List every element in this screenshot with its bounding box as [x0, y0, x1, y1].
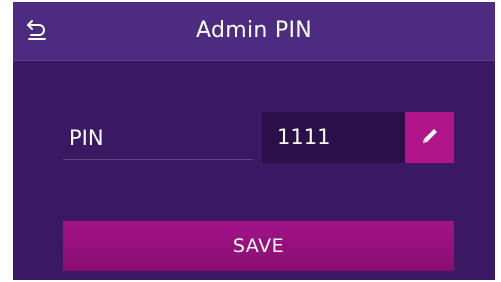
- pin-label: PIN: [63, 116, 253, 160]
- save-button[interactable]: SAVE: [63, 221, 454, 271]
- pin-input[interactable]: 1111: [262, 112, 405, 163]
- header-bar: Admin PIN: [13, 2, 495, 61]
- admin-pin-screen: Admin PIN PIN 1111 SAVE: [13, 2, 495, 280]
- pencil-icon: [419, 125, 441, 151]
- page-title: Admin PIN: [195, 18, 313, 43]
- edit-pin-button[interactable]: [405, 112, 454, 163]
